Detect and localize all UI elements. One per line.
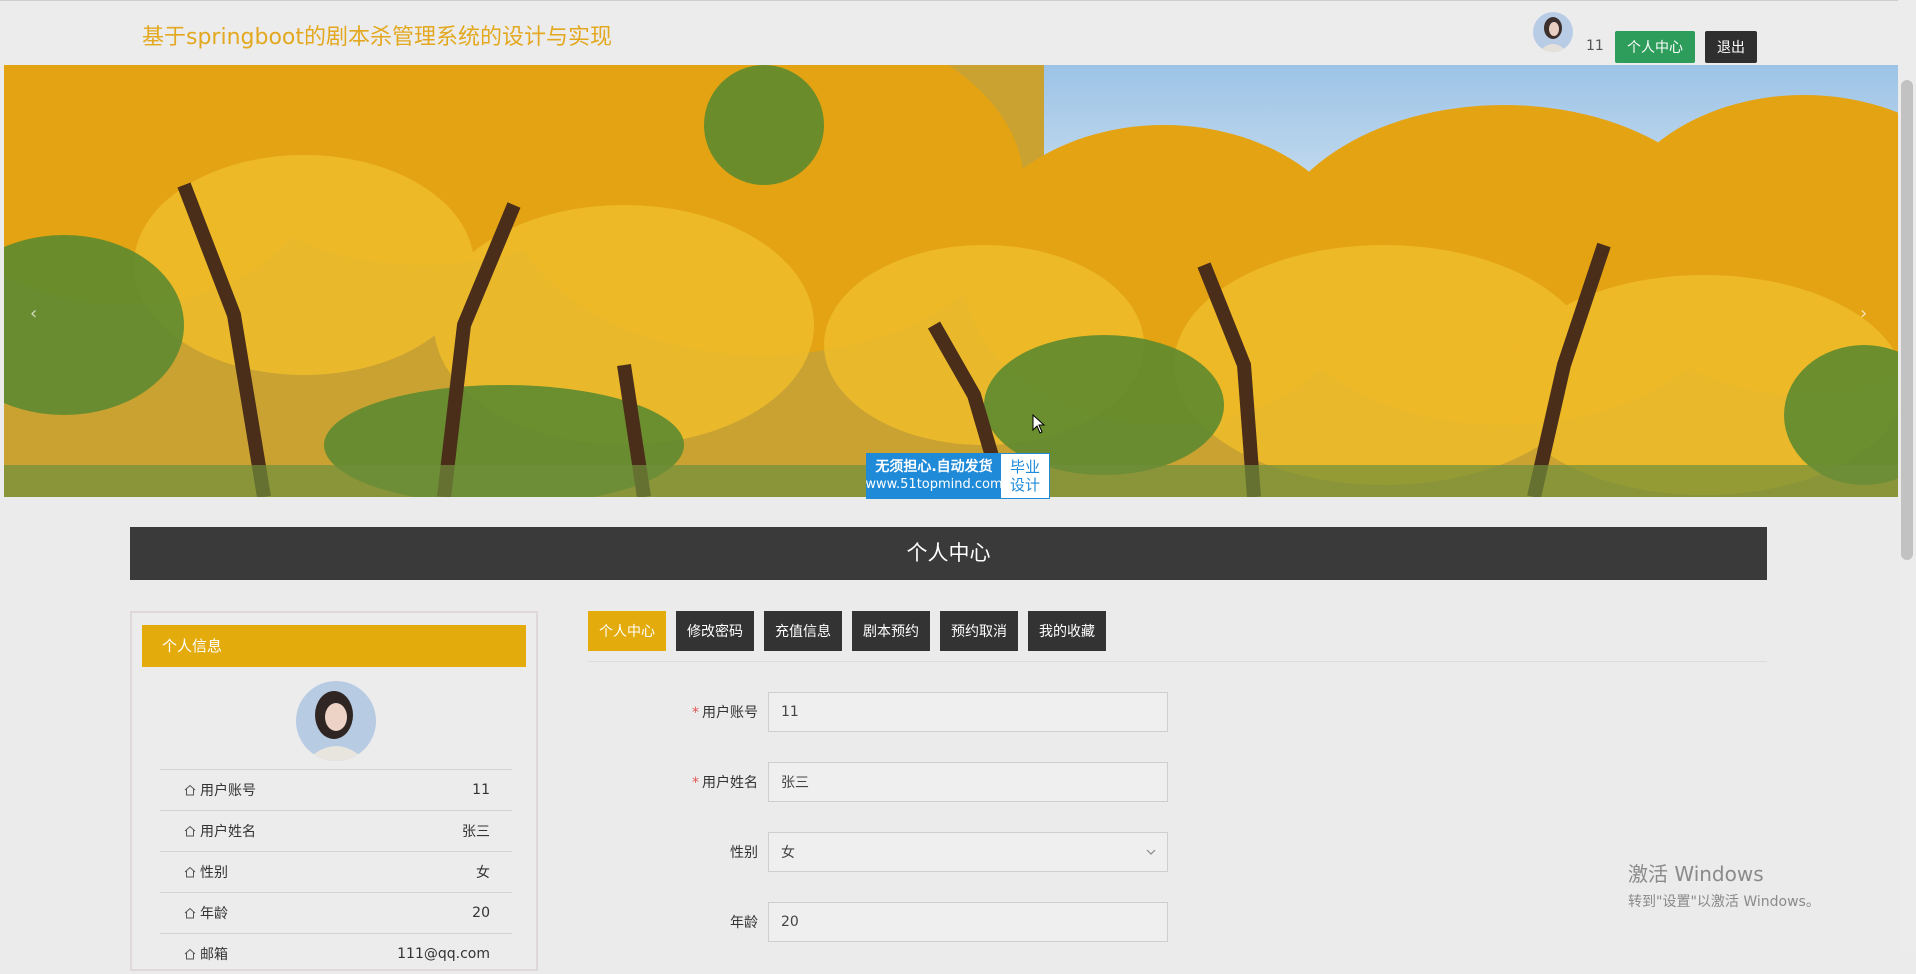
info-value: 20 bbox=[472, 905, 490, 921]
tab-booking-cancel[interactable]: 预约取消 bbox=[940, 611, 1018, 651]
home-icon bbox=[184, 907, 196, 919]
info-value: 张三 bbox=[462, 824, 490, 840]
info-row-account: 用户账号 11 bbox=[160, 769, 512, 810]
required-mark: * bbox=[692, 705, 699, 721]
watermark-right-line2: 设计 bbox=[1009, 476, 1040, 494]
carousel-next-icon[interactable]: › bbox=[1860, 303, 1867, 324]
chevron-down-icon bbox=[1146, 849, 1156, 855]
watermark-line1: 无须担心.自动发货 bbox=[875, 459, 993, 475]
account-input[interactable] bbox=[768, 692, 1168, 732]
info-value: 11 bbox=[472, 782, 490, 798]
user-avatar[interactable] bbox=[1533, 12, 1573, 52]
age-input[interactable] bbox=[768, 902, 1168, 942]
tab-personal-center[interactable]: 个人中心 bbox=[588, 611, 666, 651]
info-label: 年龄 bbox=[200, 906, 228, 922]
name-input[interactable] bbox=[768, 762, 1168, 802]
age-label: 年龄 bbox=[730, 915, 758, 931]
info-label: 用户姓名 bbox=[200, 824, 256, 840]
info-label: 性别 bbox=[200, 865, 228, 881]
form-row-age: 年龄 bbox=[660, 902, 1180, 942]
mouse-cursor-icon bbox=[1032, 414, 1046, 434]
banner-carousel[interactable]: ‹ › bbox=[4, 65, 1900, 497]
home-icon bbox=[184, 825, 196, 837]
info-label: 用户账号 bbox=[200, 783, 256, 799]
home-icon bbox=[184, 784, 196, 796]
personal-center-button[interactable]: 个人中心 bbox=[1615, 31, 1695, 63]
carousel-prev-icon[interactable]: ‹ bbox=[30, 303, 37, 324]
profile-info-list: 用户账号 11 用户姓名 张三 性别 女 年龄 20 邮箱 111@qq.com bbox=[160, 769, 512, 974]
top-navbar: 基于springboot的剧本杀管理系统的设计与实现 11 个人中心 退出 bbox=[0, 0, 1898, 66]
site-title: 基于springboot的剧本杀管理系统的设计与实现 bbox=[142, 25, 613, 50]
form-row-account: * 用户账号 bbox=[660, 692, 1180, 732]
home-icon bbox=[184, 866, 196, 878]
info-row-age: 年龄 20 bbox=[160, 892, 512, 933]
page-scrollbar[interactable] bbox=[1898, 0, 1916, 952]
account-label: 用户账号 bbox=[702, 705, 758, 721]
home-icon bbox=[184, 948, 196, 960]
form-row-gender: 性别 女 bbox=[660, 832, 1180, 872]
windows-activation-subtitle: 转到"设置"以激活 Windows。 bbox=[1628, 894, 1820, 910]
tab-bar: 个人中心 修改密码 充值信息 剧本预约 预约取消 我的收藏 bbox=[588, 611, 1106, 651]
windows-activation-title: 激活 Windows bbox=[1628, 862, 1764, 886]
gender-select[interactable]: 女 bbox=[768, 832, 1168, 872]
info-row-email: 邮箱 111@qq.com bbox=[160, 933, 512, 974]
header-username: 11 bbox=[1586, 38, 1604, 54]
watermark-right-line1: 毕业 bbox=[1009, 458, 1040, 476]
profile-avatar bbox=[296, 681, 376, 761]
logout-button[interactable]: 退出 bbox=[1705, 31, 1757, 63]
name-label: 用户姓名 bbox=[702, 775, 758, 791]
info-row-gender: 性别 女 bbox=[160, 851, 512, 892]
gender-label: 性别 bbox=[730, 845, 758, 861]
gender-selected-value: 女 bbox=[781, 845, 795, 861]
info-value: 111@qq.com bbox=[397, 946, 490, 962]
watermark-badge: 无须担心.自动发货 www.51topmind.com 毕业 设计 bbox=[865, 453, 1050, 499]
section-title: 个人中心 bbox=[130, 527, 1767, 580]
tabs-divider bbox=[588, 661, 1767, 662]
info-value: 女 bbox=[476, 865, 490, 881]
tab-my-favorites[interactable]: 我的收藏 bbox=[1028, 611, 1106, 651]
tab-change-password[interactable]: 修改密码 bbox=[676, 611, 754, 651]
profile-card-header: 个人信息 bbox=[142, 625, 526, 667]
tab-script-booking[interactable]: 剧本预约 bbox=[852, 611, 930, 651]
windows-activation-notice: 激活 Windows 转到"设置"以激活 Windows。 bbox=[1628, 858, 1820, 911]
scrollbar-thumb[interactable] bbox=[1901, 80, 1913, 560]
watermark-line2: www.51topmind.com bbox=[865, 477, 1003, 492]
required-mark: * bbox=[692, 775, 699, 791]
info-row-name: 用户姓名 张三 bbox=[160, 810, 512, 851]
info-label: 邮箱 bbox=[200, 947, 228, 963]
form-row-name: * 用户姓名 bbox=[660, 762, 1180, 802]
profile-card: 个人信息 用户账号 11 用户姓名 张三 性别 女 年龄 20 邮箱 111@q… bbox=[130, 611, 538, 971]
tab-recharge-info[interactable]: 充值信息 bbox=[764, 611, 842, 651]
